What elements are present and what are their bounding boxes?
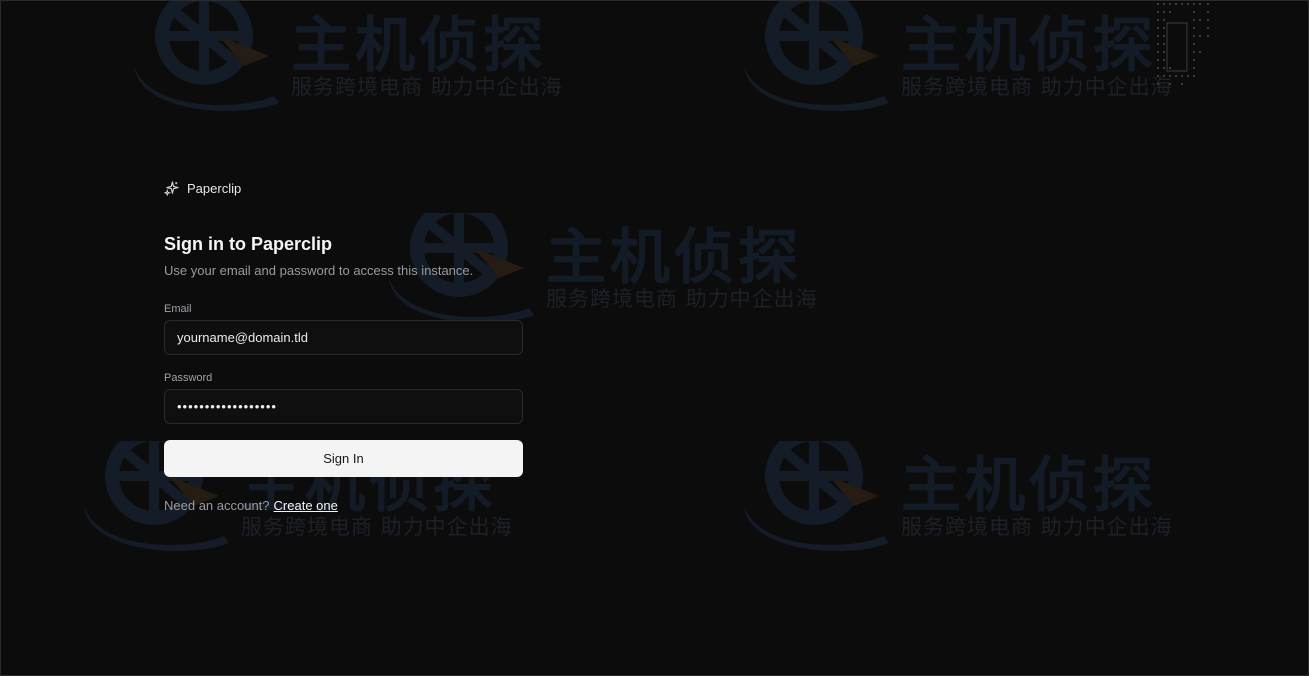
watermark: 主机侦探 服务跨境电商 助力中企出海 <box>129 1 599 121</box>
app-window: 主机侦探 服务跨境电商 助力中企出海 主机侦探 服务跨境电商 助力中企出海 主机… <box>0 0 1309 676</box>
brand-name: Paperclip <box>187 181 242 196</box>
watermark-subtitle: 服务跨境电商 助力中企出海 <box>901 515 1173 539</box>
watermark-title: 主机侦探 <box>901 11 1157 81</box>
brand: Paperclip <box>164 181 241 196</box>
watermark-subtitle: 服务跨境电商 助力中企出海 <box>546 287 818 311</box>
watermark: 主机侦探 服务跨境电商 助力中企出海 <box>739 1 1209 121</box>
signup-prompt: Need an account? Create one <box>164 498 338 513</box>
watermark-title: 主机侦探 <box>901 451 1157 521</box>
email-value: yourname@domain.tld <box>177 330 308 345</box>
create-account-link[interactable]: Create one <box>274 498 338 513</box>
email-field[interactable]: yourname@domain.tld <box>164 320 523 355</box>
watermark-logo-icon <box>744 1 889 111</box>
page-subtitle: Use your email and password to access th… <box>164 263 474 278</box>
page-title: Sign in to Paperclip <box>164 234 333 254</box>
password-label: Password <box>164 372 213 384</box>
sparkles-icon <box>164 181 179 196</box>
email-label: Email <box>164 303 192 315</box>
watermark: 主机侦探 服务跨境电商 助力中企出海 <box>739 441 1209 561</box>
password-value: •••••••••••••••••• <box>177 399 277 414</box>
watermark-subtitle: 服务跨境电商 助力中企出海 <box>241 515 513 539</box>
dot-pattern-icon <box>1157 3 1209 85</box>
watermark-title: 主机侦探 <box>291 11 547 81</box>
password-field[interactable]: •••••••••••••••••• <box>164 389 523 424</box>
watermark-logo-icon <box>134 1 279 111</box>
watermark-logo-icon <box>744 441 889 551</box>
watermark-subtitle: 服务跨境电商 助力中企出海 <box>291 75 563 99</box>
sign-in-button[interactable]: Sign In <box>164 440 523 477</box>
watermark-title: 主机侦探 <box>546 223 802 293</box>
signup-prompt-text: Need an account? <box>164 498 270 513</box>
watermark-subtitle: 服务跨境电商 助力中企出海 <box>901 75 1173 99</box>
